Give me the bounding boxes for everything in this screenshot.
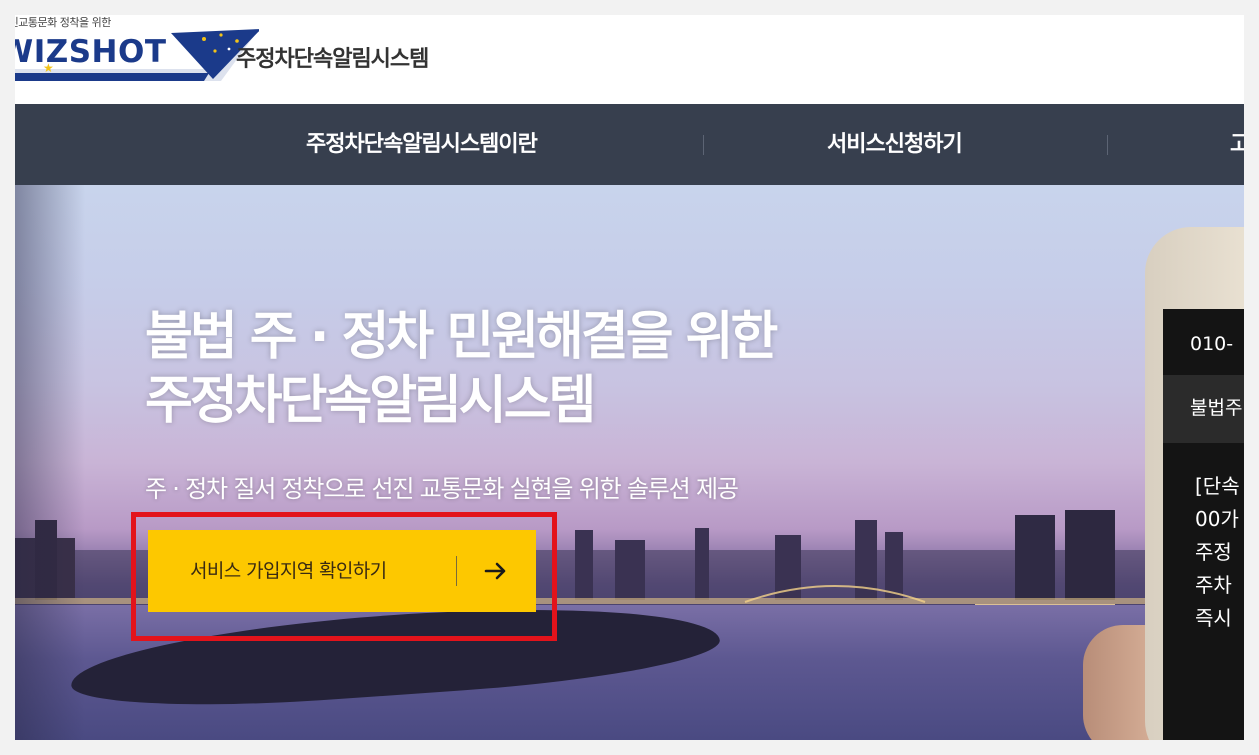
phone-message-line: [단속 <box>1195 474 1240 498</box>
hero-shade <box>15 185 85 740</box>
nav-item-about[interactable]: 주정차단속알림시스템이란 <box>306 104 538 185</box>
nav-item-apply[interactable]: 서비스신청하기 <box>827 104 963 185</box>
phone-header-text: 불법주 <box>1190 397 1243 419</box>
page: 선진교통문화 정착을 위한 WIZSHOT ★ 주정차단속알림시스템 주정차단속… <box>15 15 1244 740</box>
arrow-right-icon <box>484 562 506 580</box>
phone-message-line: 즉시 <box>1195 606 1232 630</box>
header: 선진교통문화 정착을 위한 WIZSHOT ★ 주정차단속알림시스템 <box>15 15 1244 104</box>
phone-message-line: 00가 <box>1195 507 1239 531</box>
phone-number: 010- <box>1190 333 1234 355</box>
hero-title-line2: 주정차단속알림시스템 <box>145 371 596 431</box>
logo-wordmark: WIZSHOT <box>15 34 167 70</box>
hero-title: 불법 주 · 정차 민원해결을 위한 주정차단속알림시스템 <box>145 305 778 433</box>
cta-divider <box>456 556 457 586</box>
system-name: 주정차단속알림시스템 <box>236 47 429 72</box>
hero-title-line1: 불법 주 · 정차 민원해결을 위한 <box>145 307 778 367</box>
hero-banner: 불법 주 · 정차 민원해결을 위한 주정차단속알림시스템 주 · 정차 질서 … <box>15 185 1244 740</box>
hero-subtitle: 주 · 정차 질서 정착으로 선진 교통문화 실현을 위한 솔루션 제공 <box>145 475 739 503</box>
logo[interactable]: 선진교통문화 정착을 위한 WIZSHOT ★ 주정차단속알림시스템 <box>15 15 469 85</box>
cta-label: 서비스 가입지역 확인하기 <box>190 560 387 582</box>
logo-tagline: 선진교통문화 정착을 위한 <box>15 16 111 29</box>
phone-message-line: 주정 <box>1195 540 1232 564</box>
star-icon: ★ <box>43 61 54 75</box>
phone-message-line: 주차 <box>1195 573 1232 597</box>
nav-divider <box>1107 135 1108 155</box>
nav-divider <box>703 135 704 155</box>
main-nav: 주정차단속알림시스템이란 서비스신청하기 고 <box>15 104 1244 185</box>
phone-message: [단속 00가 주정 주차 즉시 <box>1195 470 1240 635</box>
check-service-area-button[interactable]: 서비스 가입지역 확인하기 <box>148 530 536 612</box>
nav-item-truncated[interactable]: 고 <box>1230 104 1244 185</box>
